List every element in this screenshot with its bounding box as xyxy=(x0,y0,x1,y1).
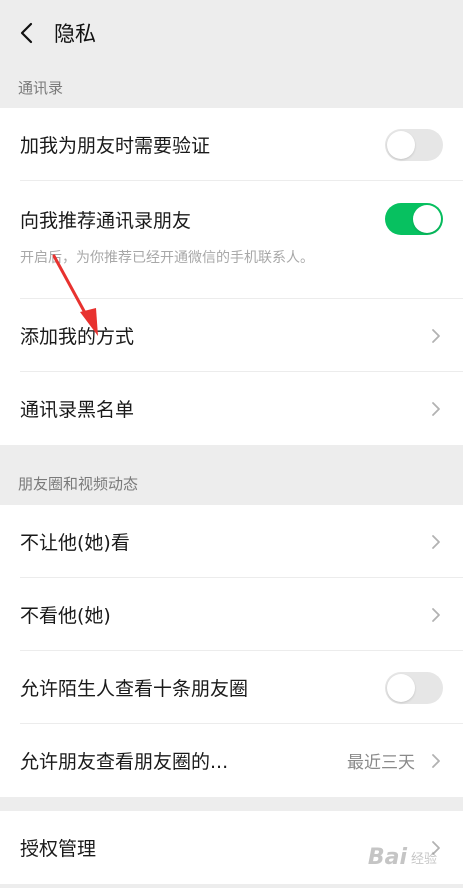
recommend-description: 开启后，为你推荐已经开通微信的手机联系人。 xyxy=(20,250,314,266)
chevron-right-icon xyxy=(429,752,443,770)
row-dont-see[interactable]: 不看他(她) xyxy=(0,578,463,651)
row-label: 加我为朋友时需要验证 xyxy=(20,135,211,157)
toggle-knob xyxy=(387,673,415,702)
watermark-logo: Bai xyxy=(367,845,407,870)
row-add-methods[interactable]: 添加我的方式 xyxy=(0,299,463,372)
row-label: 通讯录黑名单 xyxy=(20,399,135,421)
back-button[interactable] xyxy=(14,21,38,45)
row-hide-from[interactable]: 不让他(她)看 xyxy=(0,505,463,578)
row-label: 向我推荐通讯录朋友 xyxy=(20,209,192,232)
row-visible-range[interactable]: 允许朋友查看朋友圈的... 最近三天 xyxy=(0,724,463,797)
row-label: 不看他(她) xyxy=(20,605,111,627)
row-label: 允许朋友查看朋友圈的... xyxy=(20,751,229,773)
row-label: 允许陌生人查看十条朋友圈 xyxy=(20,678,249,700)
row-label: 不让他(她)看 xyxy=(20,532,130,554)
chevron-right-icon xyxy=(429,606,443,624)
chevron-right-icon xyxy=(429,327,443,345)
chevron-left-icon xyxy=(20,22,33,44)
page-title: 隐私 xyxy=(54,22,96,46)
toggle-knob xyxy=(413,205,441,233)
row-allow-strangers: 允许陌生人查看十条朋友圈 xyxy=(0,651,463,724)
row-recommend-contacts: 向我推荐通讯录朋友 开启后，为你推荐已经开通微信的手机联系人。 xyxy=(0,181,463,299)
row-label: 添加我的方式 xyxy=(20,326,135,348)
toggle-knob xyxy=(387,130,415,159)
recommend-contacts-toggle[interactable] xyxy=(385,203,443,235)
row-require-verification: 加我为朋友时需要验证 xyxy=(0,108,463,181)
moments-group: 不让他(她)看 不看他(她) 允许陌生人查看十条朋友圈 允许朋友查看朋友圈的..… xyxy=(0,505,463,797)
top-bar: 隐私 xyxy=(0,0,463,66)
allow-strangers-toggle[interactable] xyxy=(385,671,443,704)
watermark-sub: 经验 xyxy=(410,852,437,867)
section-header-moments: 朋友圈和视频动态 xyxy=(18,474,139,493)
section-header-contacts: 通讯录 xyxy=(18,78,64,97)
require-verification-toggle[interactable] xyxy=(385,128,443,161)
chevron-right-icon xyxy=(429,533,443,551)
baidu-watermark: Bai 经验 xyxy=(368,845,437,870)
contacts-group: 加我为朋友时需要验证 向我推荐通讯录朋友 开启后，为你推荐已经开通微信的手机联系… xyxy=(0,108,463,445)
chevron-right-icon xyxy=(429,400,443,418)
row-blacklist[interactable]: 通讯录黑名单 xyxy=(0,372,463,445)
visible-range-value: 最近三天 xyxy=(347,753,415,773)
